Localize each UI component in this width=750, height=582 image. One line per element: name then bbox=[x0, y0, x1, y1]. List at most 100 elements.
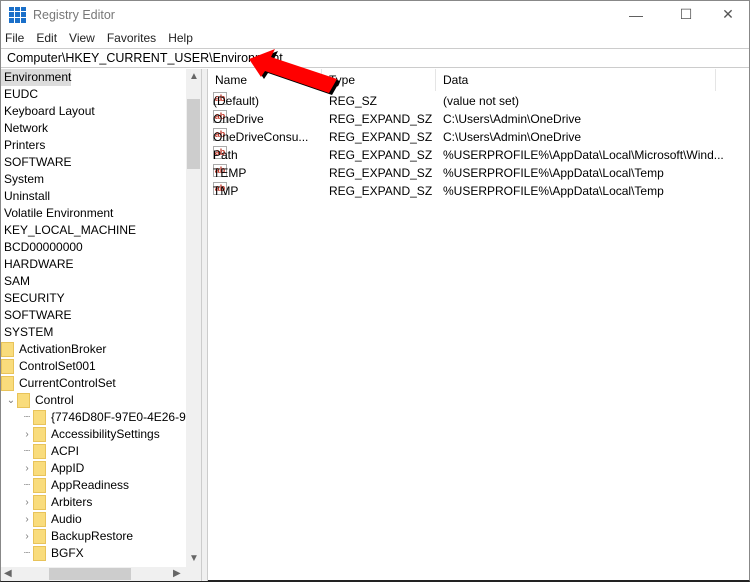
tree-item[interactable]: KEY_LOCAL_MACHINE bbox=[1, 222, 136, 239]
tree-item-label: BackupRestore bbox=[51, 529, 134, 543]
tree-item-label: AppID bbox=[51, 461, 85, 475]
tree-item-label: Printers bbox=[4, 138, 46, 152]
tree-item-label: HARDWARE bbox=[4, 257, 74, 271]
scroll-left-arrow-icon[interactable]: ◀ bbox=[4, 568, 12, 579]
folder-icon bbox=[17, 393, 30, 408]
value-row[interactable]: ab Path REG_EXPAND_SZ %USERPROFILE%\AppDa… bbox=[208, 146, 750, 164]
tree-item[interactable]: Network bbox=[1, 120, 48, 137]
tree-item[interactable]: EUDC bbox=[1, 86, 38, 103]
expand-chevron-icon[interactable]: › bbox=[21, 460, 33, 477]
value-type: REG_EXPAND_SZ bbox=[329, 112, 433, 126]
expand-chevron-icon[interactable]: ⌄ bbox=[5, 392, 17, 409]
tree-item[interactable]: › AccessibilitySettings bbox=[1, 426, 160, 443]
scroll-up-arrow-icon[interactable]: ▲ bbox=[189, 71, 199, 82]
tree-item[interactable]: ControlSet001 bbox=[1, 358, 96, 375]
value-data: C:\Users\Admin\OneDrive bbox=[443, 130, 582, 144]
tree-item[interactable]: ┈ BGFX bbox=[1, 545, 84, 562]
tree-item[interactable]: Printers bbox=[1, 137, 45, 154]
tree-vertical-scrollbar[interactable]: ▲ ▼ bbox=[186, 69, 201, 567]
tree-item[interactable]: Keyboard Layout bbox=[1, 103, 95, 120]
expand-chevron-icon[interactable]: ┈ bbox=[21, 545, 33, 562]
tree-item-label: BCD00000000 bbox=[4, 240, 83, 254]
tree-item-label: AppReadiness bbox=[51, 478, 130, 492]
expand-chevron-icon[interactable]: ┈ bbox=[21, 477, 33, 494]
expand-chevron-icon[interactable]: ┈ bbox=[21, 443, 33, 460]
value-row[interactable]: ab TMP REG_EXPAND_SZ %USERPROFILE%\AppDat… bbox=[208, 182, 750, 200]
tree-item[interactable]: Uninstall bbox=[1, 188, 50, 205]
tree-item[interactable]: ActivationBroker bbox=[1, 341, 106, 358]
tree-item-label: Keyboard Layout bbox=[4, 104, 95, 118]
tree-item[interactable]: SOFTWARE bbox=[1, 307, 72, 324]
value-name: Path bbox=[213, 148, 238, 162]
scroll-right-arrow-icon[interactable]: ▶ bbox=[173, 568, 181, 579]
tree-horizontal-scrollbar[interactable]: ◀ ▶ bbox=[1, 567, 201, 581]
expand-chevron-icon[interactable]: › bbox=[21, 528, 33, 545]
tree-vertical-scroll-thumb[interactable] bbox=[187, 99, 200, 169]
folder-icon bbox=[33, 461, 46, 476]
address-bar[interactable]: Computer\HKEY_CURRENT_USER\Environment bbox=[1, 48, 749, 68]
tree-item[interactable]: ⌄ Control bbox=[1, 392, 74, 409]
close-button[interactable]: ✕ bbox=[705, 1, 750, 28]
tree-item[interactable]: SYSTEM bbox=[1, 324, 53, 341]
tree-item-label: Volatile Environment bbox=[4, 206, 114, 220]
expand-chevron-icon[interactable]: › bbox=[21, 511, 33, 528]
value-row[interactable]: ab OneDrive REG_EXPAND_SZ C:\Users\Admin\… bbox=[208, 110, 750, 128]
tree-item[interactable]: ┈ AppReadiness bbox=[1, 477, 129, 494]
tree-item[interactable]: SOFTWARE bbox=[1, 154, 72, 171]
tree-item-label: Environment bbox=[4, 70, 72, 84]
folder-icon bbox=[33, 427, 46, 442]
value-data: %USERPROFILE%\AppData\Local\Microsoft\Wi… bbox=[443, 148, 724, 162]
pane-splitter[interactable] bbox=[201, 69, 208, 581]
scroll-down-arrow-icon[interactable]: ▼ bbox=[189, 553, 199, 564]
tree-item[interactable]: › Arbiters bbox=[1, 494, 92, 511]
menu-help[interactable]: Help bbox=[168, 31, 193, 45]
tree-item[interactable]: SECURITY bbox=[1, 290, 65, 307]
value-row[interactable]: ab OneDriveConsu... REG_EXPAND_SZ C:\User… bbox=[208, 128, 750, 146]
menu-edit[interactable]: Edit bbox=[36, 31, 57, 45]
tree-item[interactable]: › Audio bbox=[1, 511, 82, 528]
folder-icon bbox=[33, 546, 46, 561]
tree-item[interactable]: ┈ ACPI bbox=[1, 443, 79, 460]
tree-item-label: System bbox=[4, 172, 45, 186]
tree-item[interactable]: System bbox=[1, 171, 44, 188]
folder-icon bbox=[33, 495, 46, 510]
tree-item[interactable]: Volatile Environment bbox=[1, 205, 113, 222]
tree-item[interactable]: Environment bbox=[1, 69, 72, 86]
tree-item[interactable]: SAM bbox=[1, 273, 30, 290]
maximize-button[interactable]: ☐ bbox=[663, 1, 709, 28]
tree-item[interactable]: › BackupRestore bbox=[1, 528, 133, 545]
menu-file[interactable]: File bbox=[5, 31, 24, 45]
column-header-data[interactable]: Data bbox=[436, 69, 716, 91]
tree-item-label: Control bbox=[35, 393, 74, 407]
tree-item[interactable]: › AppID bbox=[1, 460, 84, 477]
value-name: TEMP bbox=[213, 166, 247, 180]
tree-horizontal-scroll-thumb[interactable] bbox=[49, 568, 131, 580]
tree-item[interactable]: BCD00000000 bbox=[1, 239, 83, 256]
value-data: %USERPROFILE%\AppData\Local\Temp bbox=[443, 166, 664, 180]
folder-icon bbox=[33, 410, 46, 425]
tree-item-label: ACPI bbox=[51, 444, 80, 458]
menu-favorites[interactable]: Favorites bbox=[107, 31, 156, 45]
tree-item-label: AccessibilitySettings bbox=[51, 427, 160, 441]
tree-item[interactable]: ┈ {7746D80F-97E0-4E26-9543 bbox=[1, 409, 201, 426]
value-type: REG_EXPAND_SZ bbox=[329, 184, 433, 198]
menu-view[interactable]: View bbox=[69, 31, 95, 45]
registry-tree: Environment EUDC Keyboard Layout Network Pri… bbox=[1, 69, 201, 581]
tree-item-label: Network bbox=[4, 121, 49, 135]
folder-icon bbox=[1, 376, 14, 391]
tree-item-label: CurrentControlSet bbox=[19, 376, 116, 390]
menu-bar: File Edit View Favorites Help bbox=[1, 28, 205, 47]
value-type: REG_EXPAND_SZ bbox=[329, 130, 433, 144]
expand-chevron-icon[interactable]: › bbox=[21, 426, 33, 443]
value-type: REG_EXPAND_SZ bbox=[329, 166, 433, 180]
minimize-button[interactable]: — bbox=[613, 1, 659, 28]
value-row[interactable]: ab TEMP REG_EXPAND_SZ %USERPROFILE%\AppDa… bbox=[208, 164, 750, 182]
tree-item[interactable]: CurrentControlSet bbox=[1, 375, 116, 392]
expand-chevron-icon[interactable]: › bbox=[21, 494, 33, 511]
tree-item-label: ActivationBroker bbox=[19, 342, 107, 356]
tree-item[interactable]: HARDWARE bbox=[1, 256, 74, 273]
folder-icon bbox=[33, 444, 46, 459]
expand-chevron-icon[interactable]: ┈ bbox=[21, 409, 33, 426]
title-bar: Registry Editor — ☐ ✕ bbox=[1, 1, 749, 28]
folder-icon bbox=[33, 529, 46, 544]
